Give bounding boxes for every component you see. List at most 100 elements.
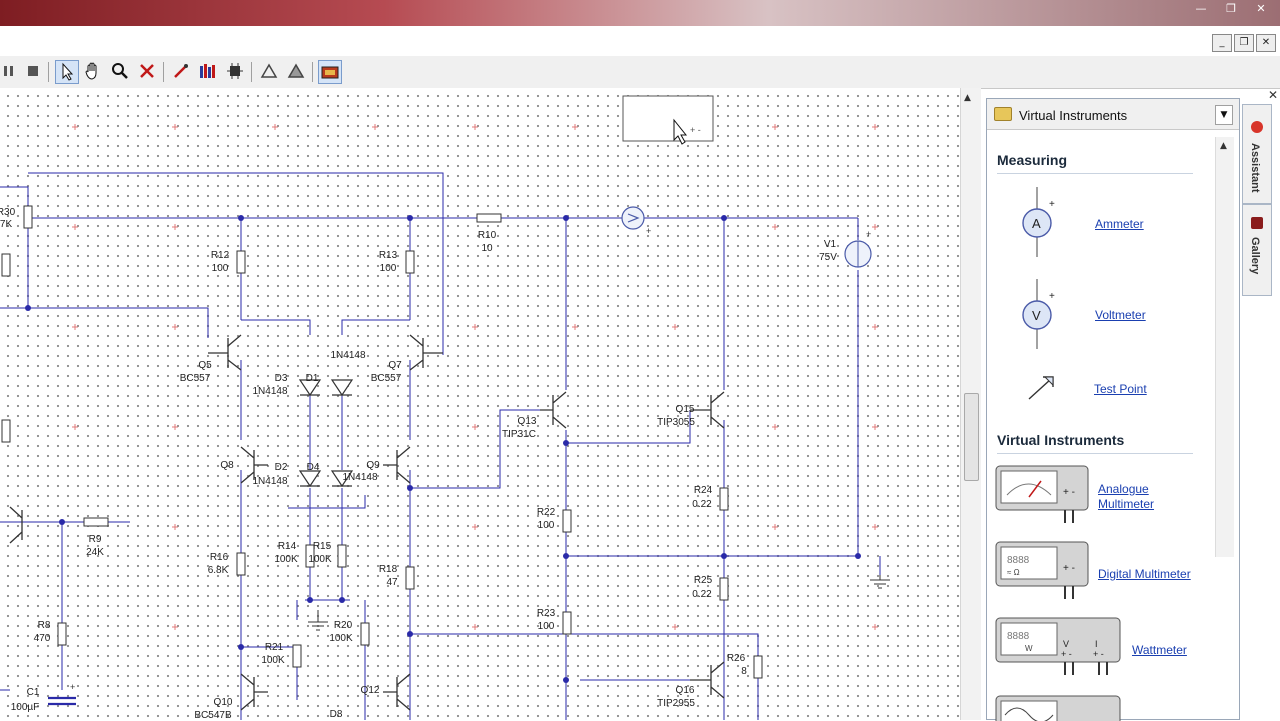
- side-tabs: Assistant Gallery: [1242, 104, 1274, 720]
- svg-text:+: +: [866, 229, 871, 239]
- voltmeter-link[interactable]: Voltmeter: [1095, 308, 1146, 323]
- component-label-r22: R22: [537, 507, 556, 518]
- component-label-d2: D2: [275, 462, 288, 473]
- component-label-r30v: 7K: [0, 219, 12, 230]
- toolbar-separator: [48, 62, 49, 82]
- rotate-right-icon[interactable]: [285, 60, 307, 82]
- component-label-r8: R8: [38, 620, 51, 631]
- toolbar-separator: [312, 62, 313, 82]
- component-label-q5t: BC557: [180, 373, 211, 384]
- panel-close-icon[interactable]: ✕: [1268, 88, 1278, 102]
- component-label-r12v: 100: [212, 263, 229, 274]
- window-controls: — ❐ ✕: [1190, 2, 1272, 16]
- category-dropdown-chevron-icon[interactable]: ▼: [1215, 105, 1233, 125]
- component-label-r14: R14: [278, 541, 297, 552]
- svg-text:V: V: [1032, 308, 1041, 323]
- breadboard-icon[interactable]: [318, 60, 342, 84]
- component-label-q7: Q7: [388, 360, 402, 371]
- wattmeter-icon[interactable]: 8888 W V I + - + -: [995, 617, 1125, 677]
- svg-text:+ -: + -: [1063, 563, 1075, 574]
- component-label-v1v: 75V: [819, 252, 837, 263]
- restore-button[interactable]: ❐: [1220, 2, 1242, 16]
- component-label-r24: R24: [694, 485, 713, 496]
- digital-multimeter-link[interactable]: Digital Multimeter: [1098, 567, 1191, 582]
- zoom-icon[interactable]: [109, 60, 131, 82]
- scroll-thumb[interactable]: [964, 393, 979, 481]
- svg-text:+: +: [1049, 199, 1055, 210]
- ammeter-link[interactable]: Ammeter: [1095, 217, 1144, 232]
- oscilloscope-icon[interactable]: [995, 695, 1125, 721]
- instruments-icon[interactable]: [197, 60, 219, 82]
- component-label-r15: R15: [313, 541, 332, 552]
- voltmeter-icon[interactable]: V +: [1021, 279, 1057, 349]
- component-label-d3: D3: [275, 373, 288, 384]
- tab-assistant-label: Assistant: [1249, 143, 1261, 193]
- section-title-measuring: Measuring: [997, 152, 1068, 168]
- component-label-r13v: 100: [380, 263, 397, 274]
- canvas-vertical-scrollbar[interactable]: ▲: [960, 88, 981, 720]
- component-label-v1: V1: [824, 239, 837, 250]
- title-bar: — ❐ ✕: [0, 0, 1280, 26]
- stop-icon[interactable]: [22, 60, 44, 82]
- analogue-multimeter-link[interactable]: Analogue Multimeter: [1098, 482, 1154, 512]
- component-label-c1: C1: [27, 687, 40, 698]
- delete-icon[interactable]: [136, 60, 158, 82]
- minimize-button[interactable]: —: [1190, 2, 1212, 16]
- menu-bar: _ ❐ ✕: [0, 26, 1280, 57]
- svg-text:≈ Ω: ≈ Ω: [1007, 568, 1020, 577]
- ammeter-icon[interactable]: A +: [1021, 187, 1057, 257]
- rotate-left-icon[interactable]: [258, 60, 280, 82]
- component-label-q15t: TIP3055: [657, 417, 695, 428]
- analogue-multimeter-icon[interactable]: + -: [995, 465, 1091, 525]
- test-point-icon[interactable]: [1025, 371, 1059, 405]
- component-label-r23: R23: [537, 608, 556, 619]
- panel-header: Virtual Instruments ▼: [987, 99, 1239, 130]
- component-label-d1: D1: [306, 373, 319, 384]
- section-title-virtual-instruments: Virtual Instruments: [997, 432, 1125, 448]
- tab-assistant[interactable]: Assistant: [1242, 104, 1272, 204]
- component-label-r14v: 100K: [274, 554, 298, 565]
- section-divider: [997, 173, 1193, 174]
- component-label-d4: D4: [307, 462, 320, 473]
- svg-text:V: V: [1063, 639, 1069, 649]
- component-label-q13t: TIP31C: [502, 429, 536, 440]
- digital-multimeter-icon[interactable]: 8888 ≈ Ω + -: [995, 541, 1091, 601]
- component-label-q10: Q10: [214, 697, 233, 708]
- gallery-icon: [1251, 217, 1263, 229]
- test-point-link[interactable]: Test Point: [1094, 382, 1147, 397]
- doc-close-button[interactable]: ✕: [1256, 34, 1276, 52]
- component-label-r20: R20: [334, 620, 353, 631]
- svg-text:W: W: [1025, 644, 1033, 653]
- component-label-r26: R26: [727, 653, 746, 664]
- capacitor-icon: [48, 696, 76, 706]
- close-button[interactable]: ✕: [1250, 2, 1272, 16]
- scroll-up-arrow-icon[interactable]: ▲: [964, 93, 971, 103]
- components-icon[interactable]: [224, 60, 246, 82]
- toolbar: [0, 56, 1280, 89]
- schematic-canvas[interactable]: + + + + - R30 7K R12 100 R13 100 R10 10 V1 75V Q5 B…: [0, 88, 960, 720]
- component-label-r26v: 8: [741, 666, 747, 677]
- analogue-multimeter-label-line2: Multimeter: [1098, 497, 1155, 511]
- hand-icon[interactable]: [82, 60, 104, 82]
- component-label-r12: R12: [211, 250, 230, 261]
- component-label-d4t: 1N4148: [342, 472, 377, 483]
- pointer-icon[interactable]: [55, 60, 79, 84]
- svg-text:+ -: + -: [690, 125, 701, 135]
- analogue-multimeter-label-line1: Analogue: [1098, 482, 1149, 496]
- component-label-q16t: TIP2955: [657, 698, 695, 709]
- component-label-q7t: BC557: [371, 373, 402, 384]
- panel-scrollbar[interactable]: ▲: [1215, 137, 1234, 557]
- pause-icon[interactable]: [0, 60, 22, 82]
- doc-minimize-button[interactable]: _: [1212, 34, 1232, 52]
- panel-scroll-up-arrow-icon[interactable]: ▲: [1220, 141, 1227, 151]
- component-label-r30: R30: [0, 207, 16, 218]
- doc-restore-button[interactable]: ❐: [1234, 34, 1254, 52]
- component-label-d8: D8: [330, 709, 343, 720]
- component-label-r25v: 0.22: [692, 589, 712, 600]
- tab-gallery[interactable]: Gallery: [1242, 204, 1272, 296]
- probe-icon[interactable]: [170, 60, 192, 82]
- component-label-r22v: 100: [538, 520, 555, 531]
- wattmeter-link[interactable]: Wattmeter: [1132, 643, 1187, 658]
- component-label-r18: R18: [379, 564, 398, 575]
- component-label-q9: Q9: [366, 460, 380, 471]
